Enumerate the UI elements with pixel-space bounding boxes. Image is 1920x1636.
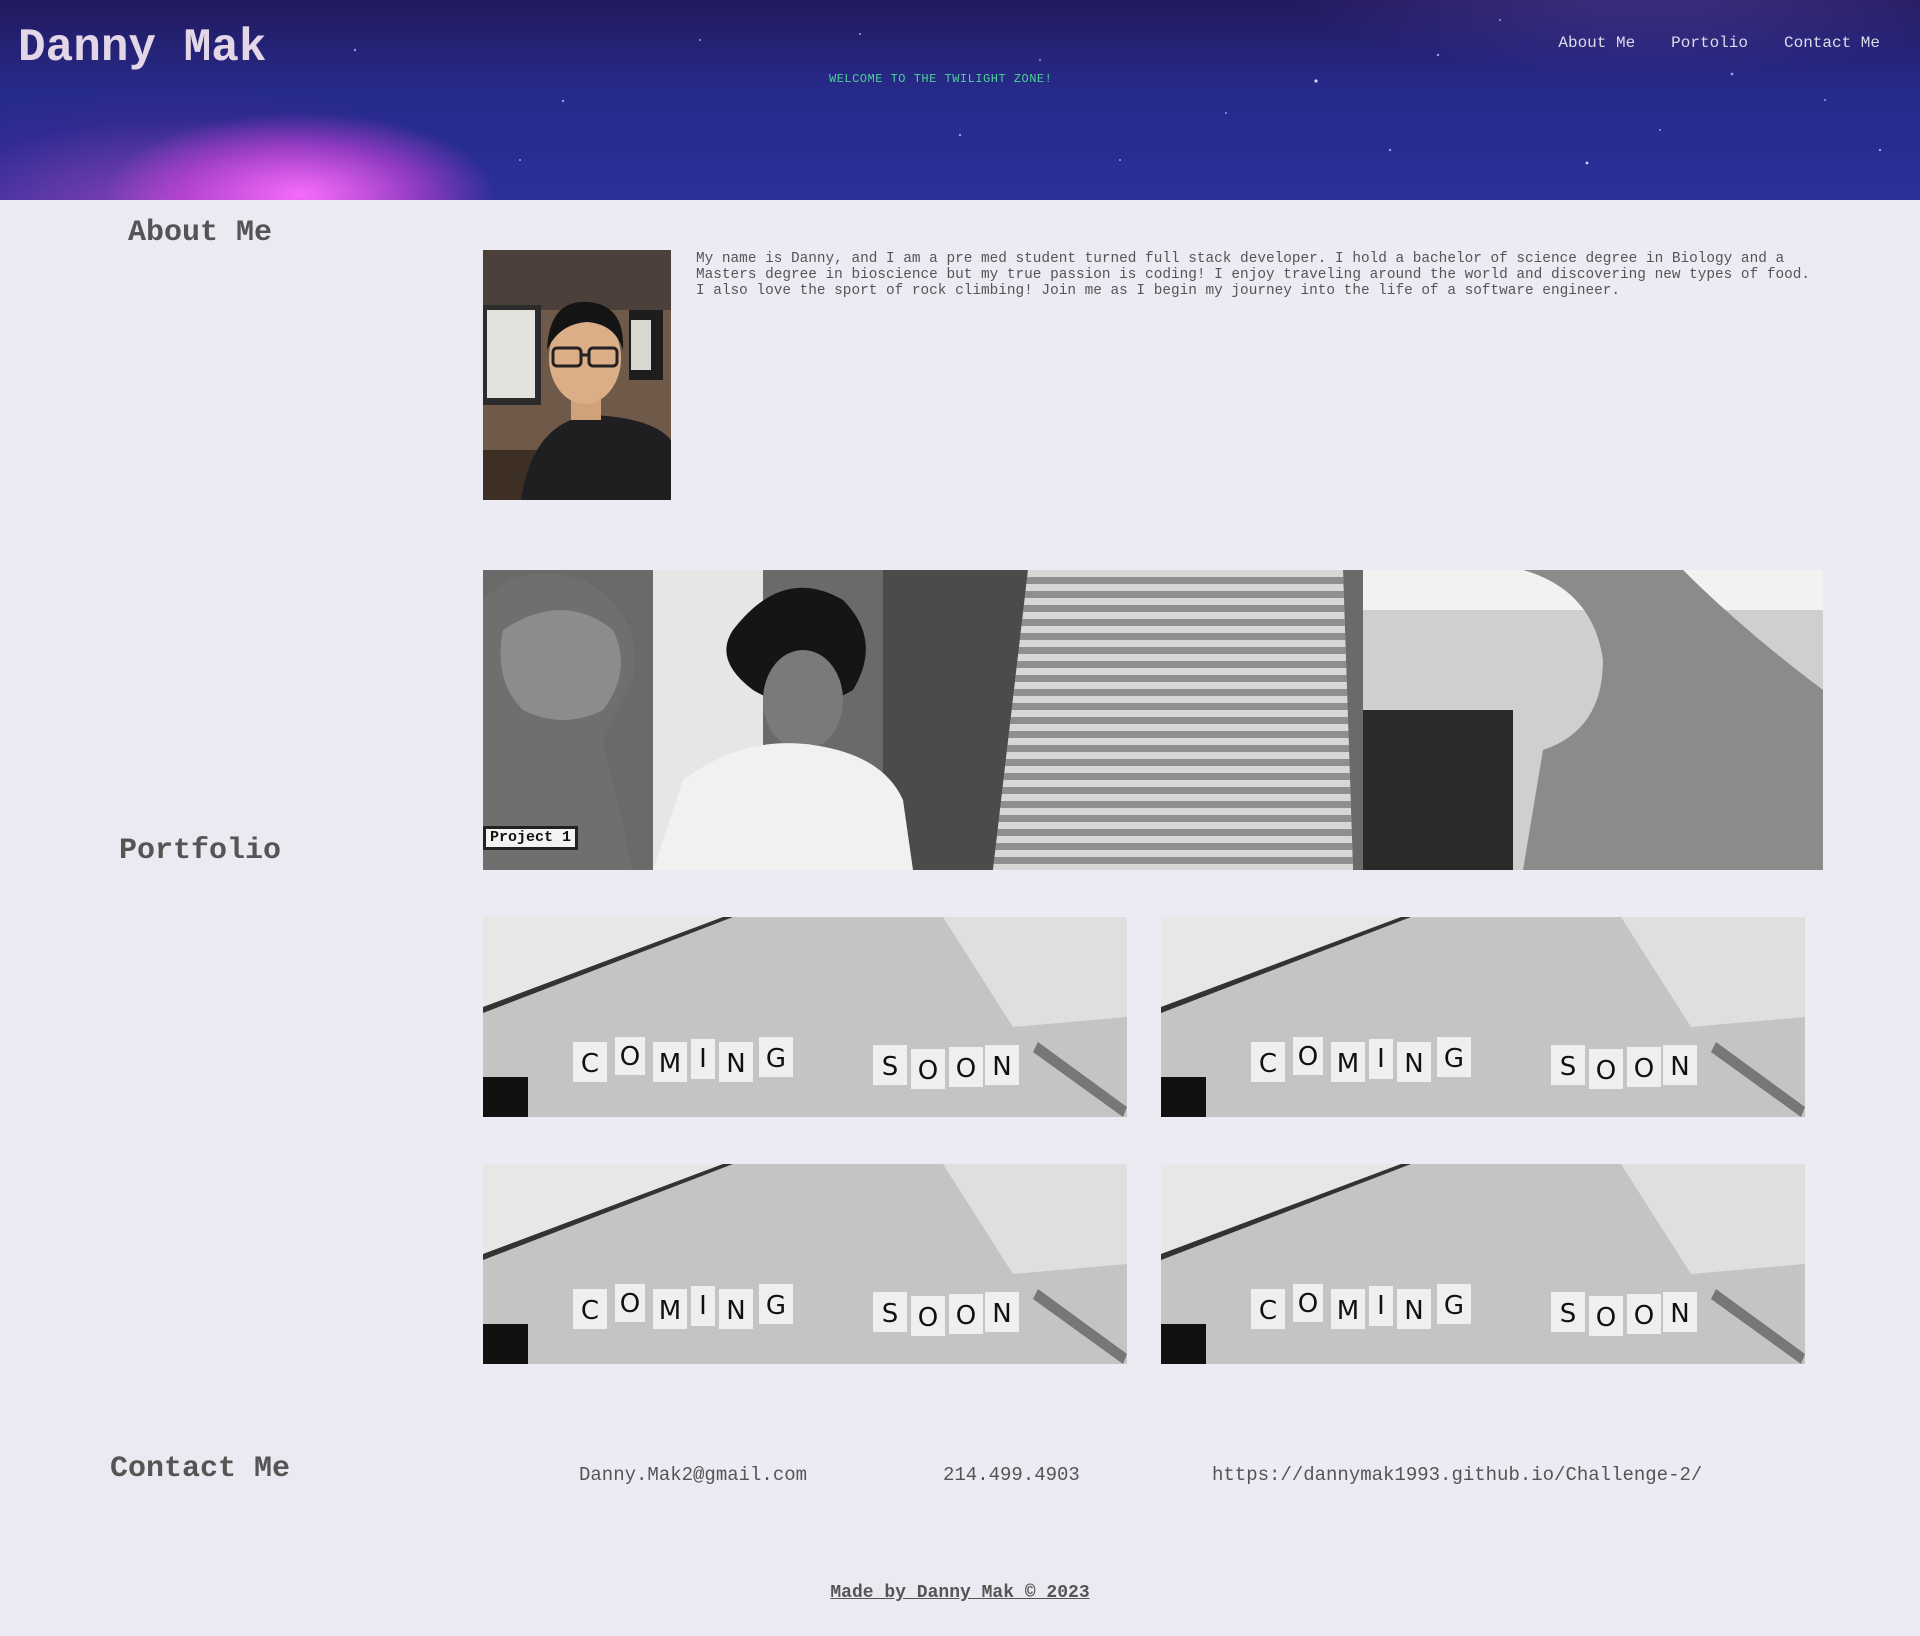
profile-photo [483, 250, 671, 500]
coming-soon-image: C O M I N G S O O N [1161, 917, 1805, 1117]
project-placeholder-card[interactable]: C O M I N G S O O N [1161, 917, 1805, 1117]
svg-text:I: I [1377, 1291, 1385, 1321]
project-1-label: Project 1 [483, 826, 579, 850]
svg-text:N: N [1670, 1052, 1689, 1082]
svg-text:N: N [992, 1052, 1011, 1082]
site-header: Danny Mak WELCOME TO THE TWILIGHT ZONE! … [0, 0, 1920, 200]
svg-text:N: N [1670, 1299, 1689, 1329]
about-heading: About Me [127, 216, 273, 250]
svg-text:G: G [1444, 1291, 1464, 1321]
svg-text:N: N [1404, 1296, 1423, 1326]
svg-text:G: G [1444, 1044, 1464, 1074]
coming-soon-image: C O M I N G S O O N [1161, 1164, 1805, 1364]
svg-text:I: I [699, 1291, 707, 1321]
coming-soon-image: C O M I N G S O O N [483, 917, 1127, 1117]
svg-text:M: M [1337, 1296, 1359, 1326]
svg-text:C: C [581, 1049, 599, 1079]
svg-text:O: O [1596, 1303, 1616, 1333]
svg-text:S: S [882, 1052, 899, 1082]
svg-text:O: O [918, 1056, 938, 1086]
svg-text:O: O [620, 1042, 640, 1072]
svg-text:O: O [1596, 1056, 1616, 1086]
svg-text:S: S [1560, 1052, 1577, 1082]
svg-text:M: M [1337, 1049, 1359, 1079]
svg-text:S: S [1560, 1299, 1577, 1329]
project-placeholder-card[interactable]: C O M I N G S O O N [1161, 1164, 1805, 1364]
site-title: Danny Mak [18, 22, 267, 74]
starfield-background [353, 19, 1882, 165]
svg-text:I: I [1377, 1044, 1385, 1074]
svg-text:G: G [766, 1044, 786, 1074]
svg-text:O: O [1298, 1289, 1318, 1319]
svg-text:C: C [1259, 1049, 1277, 1079]
svg-text:O: O [620, 1289, 640, 1319]
svg-text:O: O [956, 1054, 976, 1084]
svg-text:N: N [726, 1296, 745, 1326]
svg-text:S: S [882, 1299, 899, 1329]
nav-link-contact[interactable]: Contact Me [1784, 34, 1880, 52]
svg-text:I: I [699, 1044, 707, 1074]
about-bio: My name is Danny, and I am a pre med stu… [696, 251, 1811, 299]
svg-text:O: O [956, 1301, 976, 1331]
main-nav: About Me Portolio Contact Me [1558, 34, 1880, 52]
svg-text:O: O [1634, 1301, 1654, 1331]
svg-text:N: N [1404, 1049, 1423, 1079]
header-tagline: WELCOME TO THE TWILIGHT ZONE! [829, 72, 1053, 86]
svg-text:O: O [1298, 1042, 1318, 1072]
svg-text:O: O [1634, 1054, 1654, 1084]
project-placeholder-card[interactable]: C O M I N G S O O N [483, 1164, 1127, 1364]
nav-link-portfolio[interactable]: Portolio [1671, 34, 1748, 52]
contact-email-link[interactable]: Danny.Mak2@gmail.com [579, 1464, 807, 1486]
project-placeholder-card[interactable]: C O M I N G S O O N [483, 917, 1127, 1117]
svg-text:O: O [918, 1303, 938, 1333]
project-1-card[interactable]: Project 1 [483, 570, 1823, 870]
svg-text:M: M [659, 1049, 681, 1079]
svg-text:N: N [726, 1049, 745, 1079]
team-photo [483, 570, 1823, 870]
svg-text:C: C [1259, 1296, 1277, 1326]
contact-website-link[interactable]: https://dannymak1993.github.io/Challenge… [1212, 1464, 1702, 1486]
coming-soon-image: C O M I N G S O O N [483, 1164, 1127, 1364]
svg-text:G: G [766, 1291, 786, 1321]
svg-text:N: N [992, 1299, 1011, 1329]
svg-text:C: C [581, 1296, 599, 1326]
site-footer: Made by Danny Mak © 2023 [830, 1583, 1090, 1603]
contact-heading: Contact Me [109, 1452, 291, 1486]
nav-link-about[interactable]: About Me [1558, 34, 1635, 52]
svg-text:M: M [659, 1296, 681, 1326]
contact-phone: 214.499.4903 [943, 1464, 1080, 1486]
portfolio-heading: Portfolio [118, 834, 282, 868]
